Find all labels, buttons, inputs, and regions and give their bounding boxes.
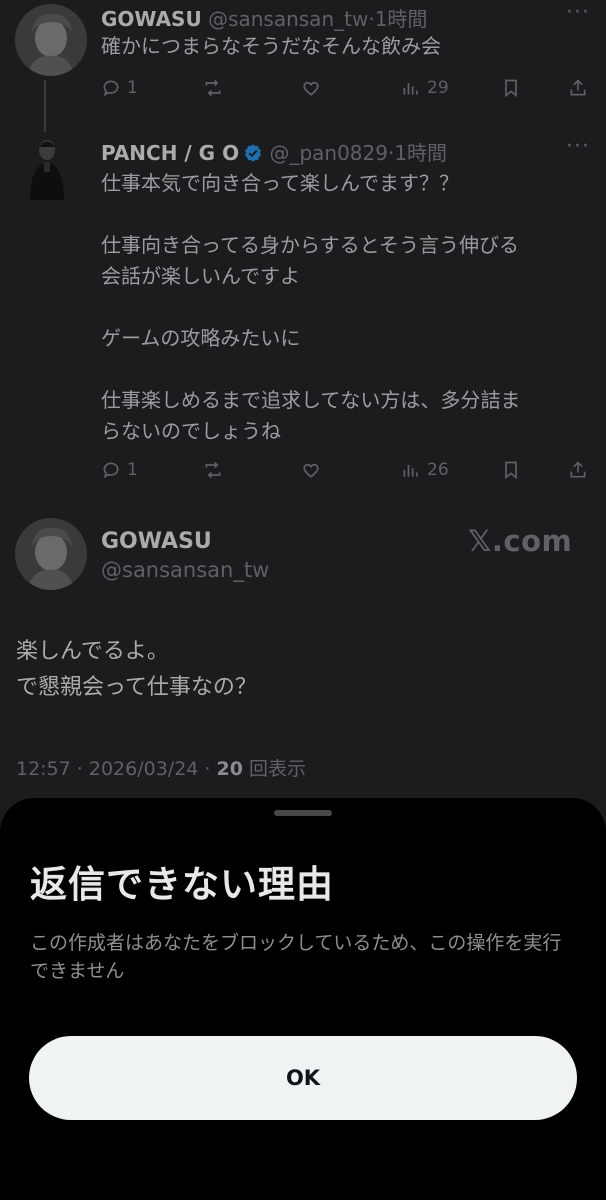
like-button[interactable] <box>301 78 321 98</box>
bookmark-icon <box>505 461 517 480</box>
reply-count: 1 <box>127 78 138 98</box>
retweet-icon <box>205 461 221 479</box>
view-label: 回表示 <box>242 758 307 780</box>
like-button[interactable] <box>301 460 321 480</box>
bookmark-button[interactable] <box>501 78 521 98</box>
tweet-header: GOWASU @sansansan_tw·1時間 <box>101 7 428 31</box>
share-icon <box>570 461 586 478</box>
reply-button[interactable]: 1 <box>101 460 138 480</box>
share-button[interactable] <box>568 78 588 98</box>
ok-button[interactable]: OK <box>29 1036 577 1120</box>
bottom-sheet: 返信できない理由 この作成者はあなたをブロックしているため、この操作を実行できま… <box>0 798 606 1200</box>
avatar[interactable] <box>22 136 72 200</box>
bookmark-icon <box>505 79 517 98</box>
view-count: 29 <box>427 78 449 98</box>
retweet-icon <box>205 79 221 97</box>
thread-line <box>44 80 46 132</box>
view-count: 26 <box>427 460 449 480</box>
author-handle[interactable]: @_pan0829 <box>269 141 388 165</box>
views-button[interactable]: 26 <box>401 460 449 480</box>
avatar[interactable] <box>15 4 87 76</box>
author-handle[interactable]: @sansansan_tw <box>101 558 269 582</box>
tweet-meta: 12:57 · 2026/03/24 · 20 回表示 <box>16 754 306 781</box>
x-watermark: 𝕏.com <box>468 524 573 558</box>
reply-icon <box>103 80 119 97</box>
view-count: 20 <box>216 758 243 780</box>
share-icon <box>570 79 586 96</box>
sheet-message: この作成者はあなたをブロックしているため、この操作を実行できません <box>30 932 562 982</box>
post-time[interactable]: 1時間 <box>394 141 447 165</box>
like-icon <box>303 81 319 96</box>
avatar[interactable] <box>15 518 87 590</box>
like-icon <box>303 463 319 478</box>
reply-button[interactable]: 1 <box>101 78 138 98</box>
tweet-text: 楽しんでるよ。 で懇親会って仕事なの？ <box>16 639 257 700</box>
verified-badge-icon <box>245 144 262 162</box>
retweet-button[interactable] <box>203 78 223 98</box>
views-icon <box>403 465 418 477</box>
sheet-grabber[interactable] <box>274 810 332 816</box>
tweet-header: PANCH / G O @_pan0829·1時間 <box>101 141 448 165</box>
tweet-actions: 1 29 <box>101 78 591 102</box>
tweet-text: 仕事本気で向き合って楽しんでます？？ 仕事向き合ってる身からするとそう言う伸びる… <box>101 171 521 443</box>
bookmark-button[interactable] <box>501 460 521 480</box>
post-time[interactable]: 1時間 <box>375 7 428 31</box>
more-icon[interactable]: ··· <box>566 134 590 159</box>
timestamp[interactable]: 12:57 · 2026/03/24 · <box>16 758 217 780</box>
tweet-text: 確かにつまらなそうだなそんな飲み会 <box>101 34 441 58</box>
reply-icon <box>103 462 119 479</box>
retweet-button[interactable] <box>203 460 223 480</box>
author-name[interactable]: GOWASU <box>101 7 202 31</box>
author-handle[interactable]: @sansansan_tw <box>208 7 368 31</box>
views-button[interactable]: 29 <box>401 78 449 98</box>
tweet-actions: 1 26 <box>101 460 591 484</box>
views-icon <box>403 83 418 95</box>
more-icon[interactable]: ··· <box>566 0 590 25</box>
author-name[interactable]: PANCH / G O <box>101 141 239 165</box>
reply-count: 1 <box>127 460 138 480</box>
author-name[interactable]: GOWASU <box>101 529 212 554</box>
share-button[interactable] <box>568 460 588 480</box>
sheet-title: 返信できない理由 <box>30 863 334 906</box>
